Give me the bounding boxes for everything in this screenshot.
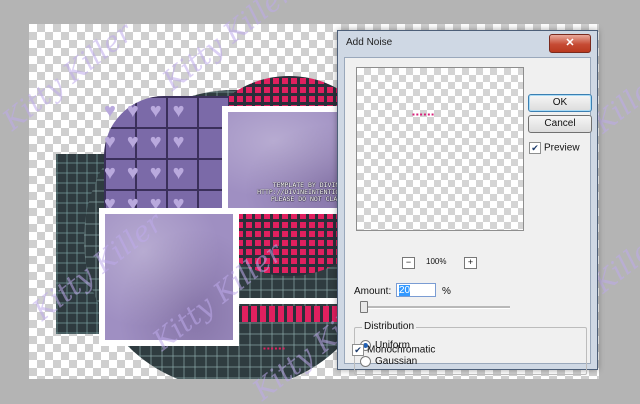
monochromatic-checkbox[interactable]: ✔ Monochromatic bbox=[352, 344, 435, 356]
cancel-button[interactable]: Cancel bbox=[528, 115, 592, 133]
zoom-level: 100% bbox=[426, 257, 447, 266]
amount-unit: % bbox=[442, 286, 451, 297]
preview-checkbox[interactable]: ✔ Preview bbox=[529, 142, 580, 154]
ok-button[interactable]: OK bbox=[528, 94, 592, 112]
amount-input[interactable]: 20 bbox=[396, 283, 436, 297]
zoom-in-button[interactable]: + bbox=[464, 257, 477, 269]
preview-dots: ▪▪▪▪▪▪ bbox=[412, 110, 436, 119]
close-button[interactable]: ✕ bbox=[549, 34, 591, 53]
checkmark-icon: ✔ bbox=[529, 142, 541, 154]
checkmark-icon: ✔ bbox=[352, 344, 364, 356]
add-noise-dialog: Add Noise ✕ ▪▪▪▪▪▪ − 100% + OK Cancel ✔ P… bbox=[337, 30, 598, 375]
radio-gaussian[interactable]: Gaussian bbox=[360, 356, 417, 367]
radio-gaussian-label: Gaussian bbox=[375, 356, 418, 368]
amount-slider[interactable] bbox=[360, 306, 510, 309]
pink-dots: ▪▪▪▪▪▪ bbox=[263, 344, 287, 353]
pink-plaid-strip bbox=[239, 306, 339, 322]
close-icon: ✕ bbox=[565, 37, 575, 49]
amount-slider-thumb[interactable] bbox=[360, 301, 368, 313]
zoom-out-button[interactable]: − bbox=[402, 257, 415, 269]
amount-label: Amount: bbox=[354, 286, 392, 297]
filter-preview[interactable]: ▪▪▪▪▪▪ bbox=[356, 67, 524, 231]
radio-empty-icon bbox=[360, 356, 371, 367]
heart-icons: ♥♥♥♥ ♥♥♥♥ ♥♥♥♥ ♥♥♥♥ bbox=[104, 100, 196, 215]
distribution-legend: Distribution bbox=[362, 321, 417, 332]
preview-label: Preview bbox=[544, 142, 580, 154]
photo-frame-small bbox=[99, 208, 239, 346]
dialog-titlebar[interactable]: Add Noise ✕ bbox=[338, 31, 597, 56]
monochromatic-label: Monochromatic bbox=[367, 344, 436, 356]
amount-value: 20 bbox=[399, 285, 411, 296]
dialog-body: ▪▪▪▪▪▪ − 100% + OK Cancel ✔ Preview bbox=[344, 57, 592, 364]
dialog-title: Add Noise bbox=[346, 37, 393, 48]
